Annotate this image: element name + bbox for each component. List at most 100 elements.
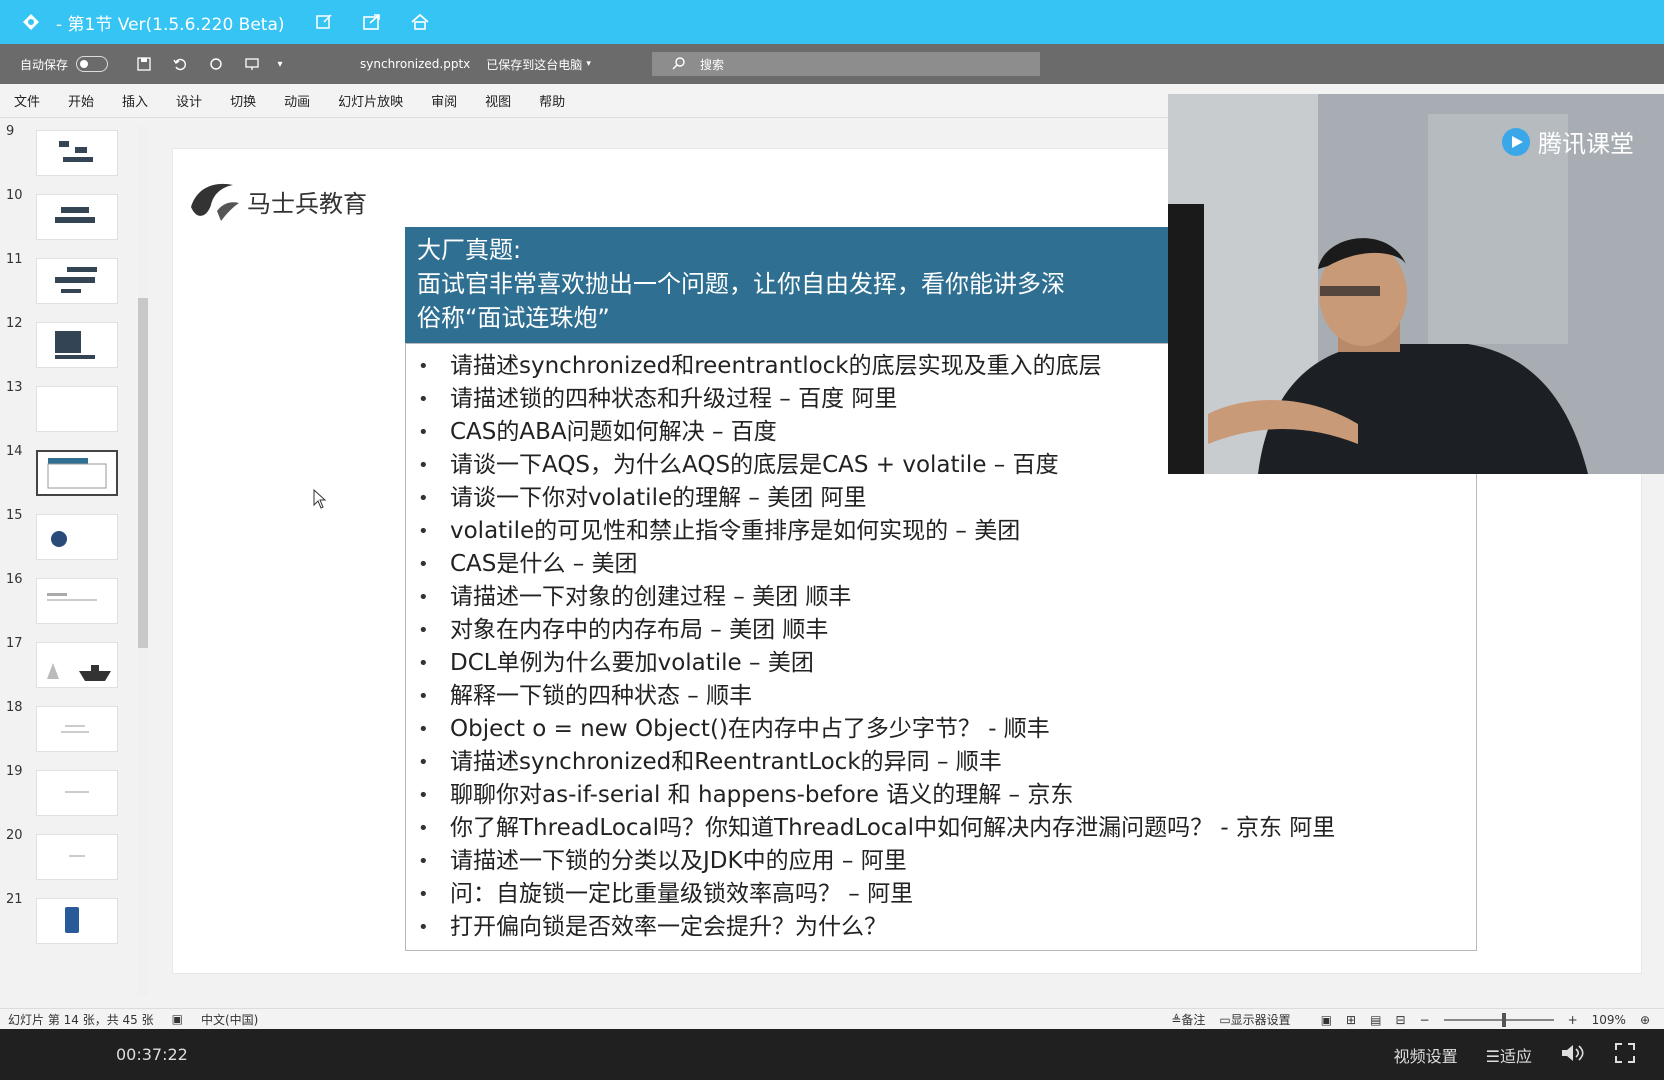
brand-logo: 马士兵教育 (187, 177, 367, 225)
powerpoint-window: 自动保存 ▾ synchronized.pptx 已保存到这台电脑 ▾ 搜索 文… (0, 44, 1664, 1029)
question-text: 请描述一下对象的创建过程 – 美团 顺丰 (450, 584, 852, 610)
thumb-number: 15 (6, 508, 23, 523)
zoom-slider[interactable] (1443, 1012, 1554, 1027)
list-item: • volatile的可见性和禁止指令重排序是如何实现的 – 美团 (418, 515, 1476, 548)
menu-view[interactable]: 视图 (485, 91, 511, 110)
notes-button[interactable]: ≜备注 (1171, 1011, 1205, 1028)
slide-thumbnail-active[interactable] (36, 450, 118, 496)
menu-slideshow[interactable]: 幻灯片放映 (338, 91, 403, 110)
slide-thumbnail[interactable] (36, 130, 118, 176)
question-text: 问：自旋锁一定比重量级锁效率高吗？ – 阿里 (450, 881, 914, 907)
display-settings-button[interactable]: ▭显示器设置 (1219, 1011, 1290, 1028)
normal-view-icon[interactable]: ▣ (1321, 1013, 1332, 1027)
thumb-number: 17 (6, 636, 23, 651)
thumb-number: 9 (6, 124, 15, 139)
question-text: 请谈一下你对volatile的理解 – 美团 阿里 (450, 485, 867, 511)
list-item: • DCL单例为什么要加volatile – 美团 (418, 647, 1476, 680)
menu-animations[interactable]: 动画 (284, 91, 310, 110)
menu-review[interactable]: 审阅 (431, 91, 457, 110)
zoom-level[interactable]: 109% (1592, 1013, 1626, 1027)
menu-transitions[interactable]: 切换 (230, 91, 256, 110)
question-text: 请描述synchronized和reentrantlock的底层实现及重入的底层 (450, 353, 1102, 379)
slide-thumbnail[interactable] (36, 514, 118, 560)
thumbnail-scroll-thumb[interactable] (138, 298, 148, 648)
slideshow-view-icon[interactable]: ⊟ (1395, 1013, 1405, 1027)
thumb-number: 12 (6, 316, 23, 331)
window-title: - 第1节 Ver(1.5.6.220 Beta) (56, 14, 285, 35)
thumb-number: 14 (6, 444, 23, 459)
list-item: • 请描述一下锁的分类以及JDK中的应用 – 阿里 (418, 845, 1476, 878)
save-status-chevron-icon[interactable]: ▾ (586, 59, 591, 69)
volume-icon[interactable] (1560, 1042, 1586, 1068)
menu-help[interactable]: 帮助 (539, 91, 565, 110)
banner-subtitle: 面试官非常喜欢抛出一个问题，让你自由发挥，看你能讲多深 (417, 270, 1065, 298)
menu-design[interactable]: 设计 (176, 91, 202, 110)
question-text: 解释一下锁的四种状态 – 顺丰 (450, 683, 753, 709)
save-status[interactable]: 已保存到这台电脑 (486, 56, 582, 73)
thumb-number: 19 (6, 764, 23, 779)
slide-thumbnail[interactable] (36, 194, 118, 240)
slide-counter: 幻灯片 第 14 张，共 45 张 (8, 1012, 154, 1027)
list-item: • 解释一下锁的四种状态 – 顺丰 (418, 680, 1476, 713)
undo-icon[interactable] (170, 54, 190, 74)
slide-thumbnail[interactable] (36, 834, 118, 880)
slide-thumbnail[interactable] (36, 386, 118, 432)
edit-icon[interactable] (311, 9, 337, 35)
banner-heading: 大厂真题: (417, 236, 522, 264)
teacher-webcam: 腾讯课堂 (1168, 94, 1664, 474)
display-icon: ▭ (1219, 1013, 1231, 1027)
quick-access-toolbar: 自动保存 ▾ synchronized.pptx 已保存到这台电脑 ▾ 搜索 (0, 44, 1664, 84)
file-name: synchronized.pptx (360, 57, 471, 71)
slide-thumbnail[interactable] (36, 258, 118, 304)
thumb-number: 21 (6, 892, 23, 907)
customize-toolbar-icon[interactable]: ▾ (270, 54, 290, 74)
menu-file[interactable]: 文件 (14, 91, 40, 110)
question-text: 聊聊你对as-if-serial 和 happens-before 语义的理解 … (450, 782, 1074, 808)
tencent-classroom-logo-icon (1502, 127, 1530, 156)
webcam-brand-text: 腾讯课堂 (1538, 130, 1634, 158)
spellcheck-icon[interactable]: ▣ (172, 1012, 183, 1026)
slideshow-icon[interactable] (242, 54, 262, 74)
question-text: CAS的ABA问题如何解决 – 百度 (450, 419, 777, 445)
classroom-logo-icon (20, 11, 42, 33)
thumb-number: 18 (6, 700, 23, 715)
fit-button[interactable]: ☰适应 (1486, 1043, 1532, 1067)
list-item: • 打开偏向锁是否效率一定会提升？为什么？ (418, 911, 1476, 944)
slide-sorter-icon[interactable]: ⊞ (1346, 1013, 1356, 1027)
menu-home[interactable]: 开始 (68, 91, 94, 110)
share-icon[interactable] (359, 9, 385, 35)
fullscreen-icon[interactable] (1614, 1042, 1636, 1068)
list-item: • 你了解ThreadLocal吗？你知道ThreadLocal中如何解决内存泄漏… (418, 812, 1476, 845)
list-item: • 聊聊你对as-if-serial 和 happens-before 语义的理解… (418, 779, 1476, 812)
home-icon[interactable] (407, 9, 433, 35)
slide-thumbnail[interactable] (36, 642, 118, 688)
slide-thumbnail[interactable] (36, 898, 118, 944)
playback-time: 00:37:22 (116, 1045, 188, 1064)
question-text: DCL单例为什么要加volatile – 美团 (450, 650, 814, 676)
language-indicator[interactable]: 中文(中国) (201, 1011, 258, 1028)
notes-icon: ≜ (1171, 1013, 1182, 1027)
list-item: • 问：自旋锁一定比重量级锁效率高吗？ – 阿里 (418, 878, 1476, 911)
slide-thumbnail[interactable] (36, 578, 118, 624)
fit-slide-icon[interactable]: ⊕ (1640, 1013, 1650, 1027)
question-banner: 大厂真题: 面试官非常喜欢抛出一个问题，让你自由发挥，看你能讲多深 俗称“面试连… (405, 227, 1265, 343)
slide-thumbnail[interactable] (36, 706, 118, 752)
reading-view-icon[interactable]: ▤ (1370, 1013, 1381, 1027)
save-icon[interactable] (134, 54, 154, 74)
menu-insert[interactable]: 插入 (122, 91, 148, 110)
slide-thumbnail[interactable] (36, 770, 118, 816)
status-bar-right: ≜备注 ▭显示器设置 ▣ ⊞ ▤ ⊟ − + 109% ⊕ (1157, 1011, 1650, 1028)
zoom-in-button[interactable]: + (1568, 1013, 1578, 1027)
question-text: 请谈一下AQS，为什么AQS的底层是CAS + volatile – 百度 (450, 452, 1059, 478)
slide-thumbnail[interactable] (36, 322, 118, 368)
autosave-toggle[interactable] (76, 56, 109, 72)
player-right-controls: 视频设置 ☰适应 (1394, 1029, 1664, 1080)
video-settings-button[interactable]: 视频设置 (1394, 1043, 1458, 1067)
redo-icon[interactable] (206, 54, 226, 74)
status-bar: 幻灯片 第 14 张，共 45 张 ▣ 中文(中国) ≜备注 ▭显示器设置 ▣ … (0, 1008, 1664, 1029)
zoom-out-button[interactable]: − (1420, 1013, 1430, 1027)
thumb-number: 11 (6, 252, 23, 267)
autosave-label: 自动保存 (20, 57, 69, 72)
question-text: 对象在内存中的内存布局 – 美团 顺丰 (450, 617, 829, 643)
search-input[interactable]: 搜索 (652, 52, 1040, 76)
